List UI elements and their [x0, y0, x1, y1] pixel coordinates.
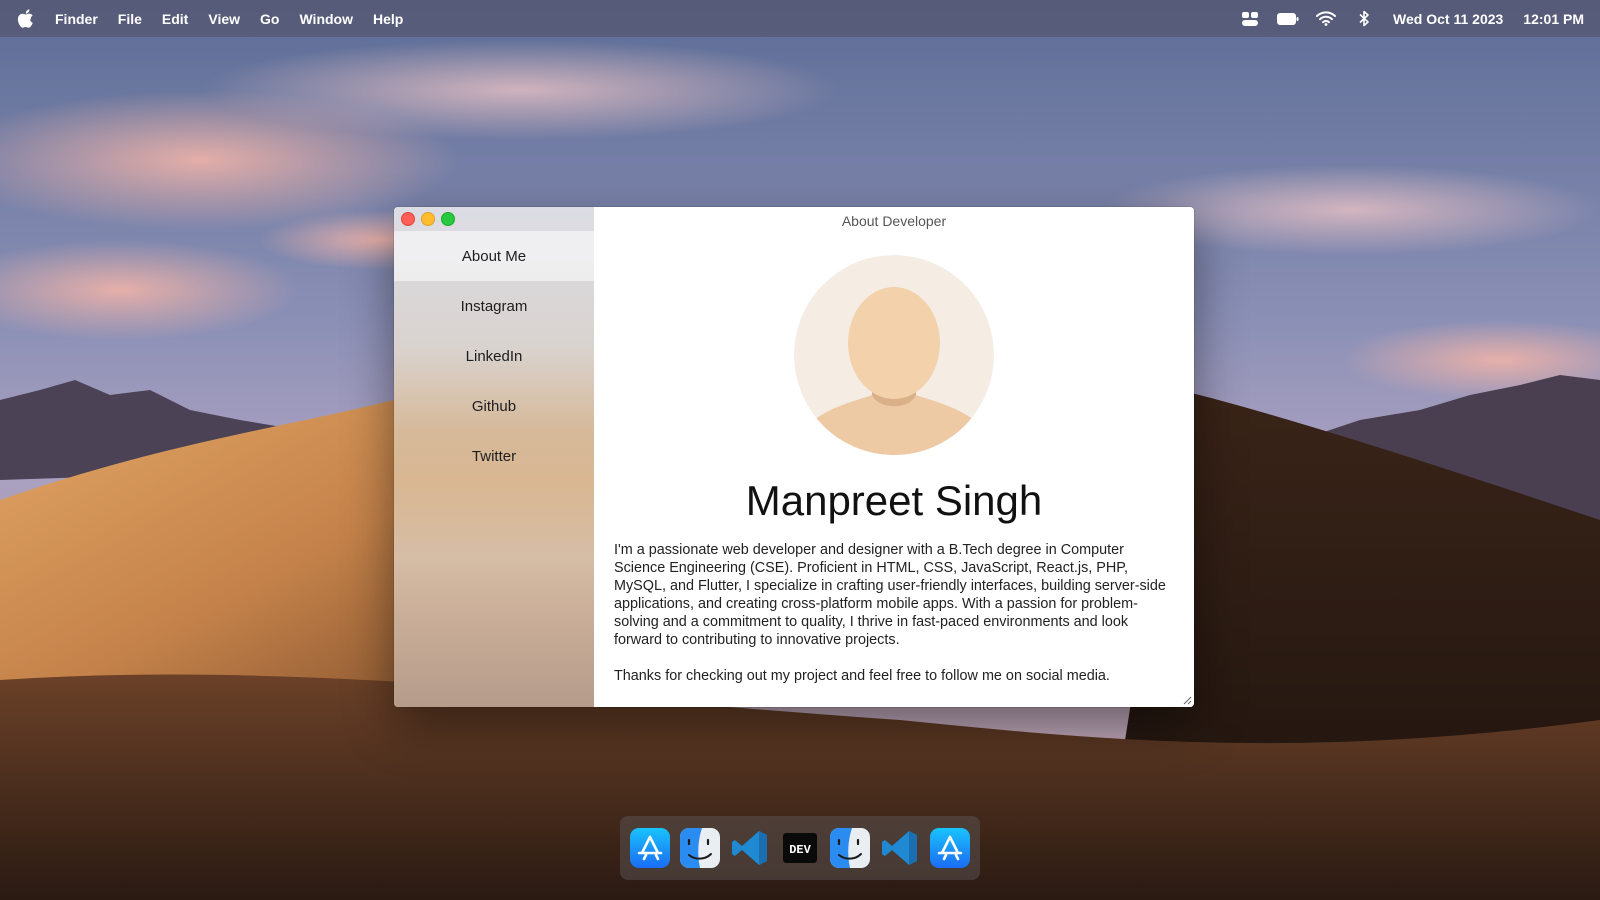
developer-bio: I'm a passionate web developer and desig… — [594, 541, 1194, 685]
battery-icon[interactable] — [1269, 12, 1307, 25]
close-button[interactable] — [401, 212, 415, 226]
sidebar: About Me Instagram LinkedIn Github Twitt… — [394, 207, 594, 707]
minimize-button[interactable] — [421, 212, 435, 226]
menu-window[interactable]: Window — [289, 11, 363, 27]
window-controls — [394, 207, 594, 231]
menu-go[interactable]: Go — [250, 11, 289, 27]
menubar-time[interactable]: 12:01 PM — [1513, 11, 1600, 27]
menu-app-name[interactable]: Finder — [50, 11, 108, 27]
developer-name: Manpreet Singh — [745, 477, 1043, 524]
main-content: About Developer Manpreet Singh I'm a pas… — [594, 207, 1194, 707]
sidebar-item-about-me[interactable]: About Me — [394, 231, 594, 281]
apple-logo-icon[interactable] — [0, 9, 50, 28]
menu-edit[interactable]: Edit — [152, 11, 198, 27]
window-title: About Developer — [841, 213, 947, 229]
menu-bar: Finder File Edit View Go Window Help Wed… — [0, 0, 1600, 37]
app-store-icon[interactable] — [629, 827, 671, 869]
menu-file[interactable]: File — [108, 11, 152, 27]
bio-paragraph: Thanks for checking out my project and f… — [614, 668, 1110, 684]
dock: DEV — [620, 816, 980, 880]
sidebar-item-twitter[interactable]: Twitter — [394, 431, 594, 481]
zoom-button[interactable] — [441, 212, 455, 226]
app-store-icon[interactable] — [929, 827, 971, 869]
menu-help[interactable]: Help — [363, 11, 413, 27]
dev-icon-label: DEV — [789, 843, 811, 857]
sidebar-item-linkedin[interactable]: LinkedIn — [394, 331, 594, 381]
resize-grip-icon[interactable] — [1182, 695, 1192, 705]
finder-icon[interactable] — [679, 827, 721, 869]
sidebar-item-instagram[interactable]: Instagram — [394, 281, 594, 331]
sidebar-item-github[interactable]: Github — [394, 381, 594, 431]
bio-paragraph: I'm a passionate web developer and desig… — [614, 542, 1166, 648]
avatar — [794, 255, 994, 455]
wifi-icon[interactable] — [1307, 11, 1345, 26]
menu-view[interactable]: View — [198, 11, 250, 27]
menubar-date[interactable]: Wed Oct 11 2023 — [1383, 11, 1513, 27]
bluetooth-icon[interactable] — [1345, 10, 1383, 27]
control-center-icon[interactable] — [1231, 11, 1269, 27]
vscode-icon[interactable] — [729, 827, 771, 869]
avatar-placeholder-icon — [794, 255, 994, 455]
about-developer-window: About Me Instagram LinkedIn Github Twitt… — [394, 207, 1194, 707]
vscode-icon[interactable] — [879, 827, 921, 869]
dev-icon[interactable]: DEV — [779, 827, 821, 869]
finder-icon[interactable] — [829, 827, 871, 869]
